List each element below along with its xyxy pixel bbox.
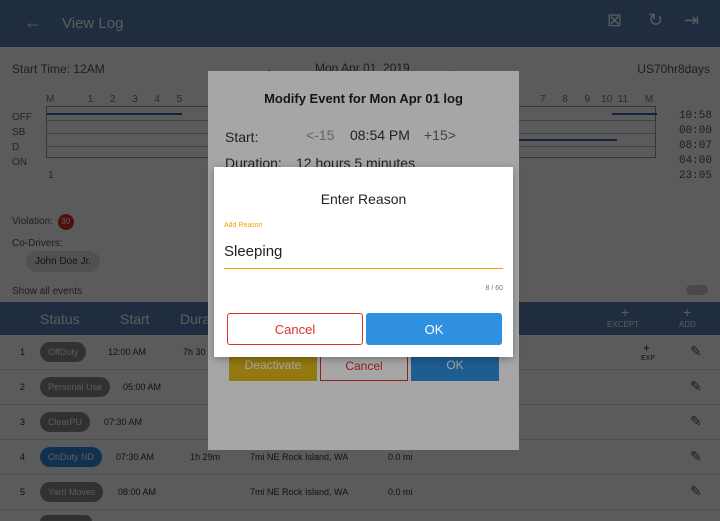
enter-reason-dialog: Enter Reason Add Reason 8 / 60 Cancel OK	[214, 167, 513, 357]
reason-cancel-button[interactable]: Cancel	[227, 313, 363, 345]
reason-input[interactable]	[224, 241, 503, 269]
char-counter: 8 / 60	[485, 285, 503, 292]
reason-dialog-title: Enter Reason	[320, 191, 407, 207]
reason-ok-button[interactable]: OK	[366, 313, 502, 345]
reason-field-label: Add Reason	[224, 222, 263, 229]
